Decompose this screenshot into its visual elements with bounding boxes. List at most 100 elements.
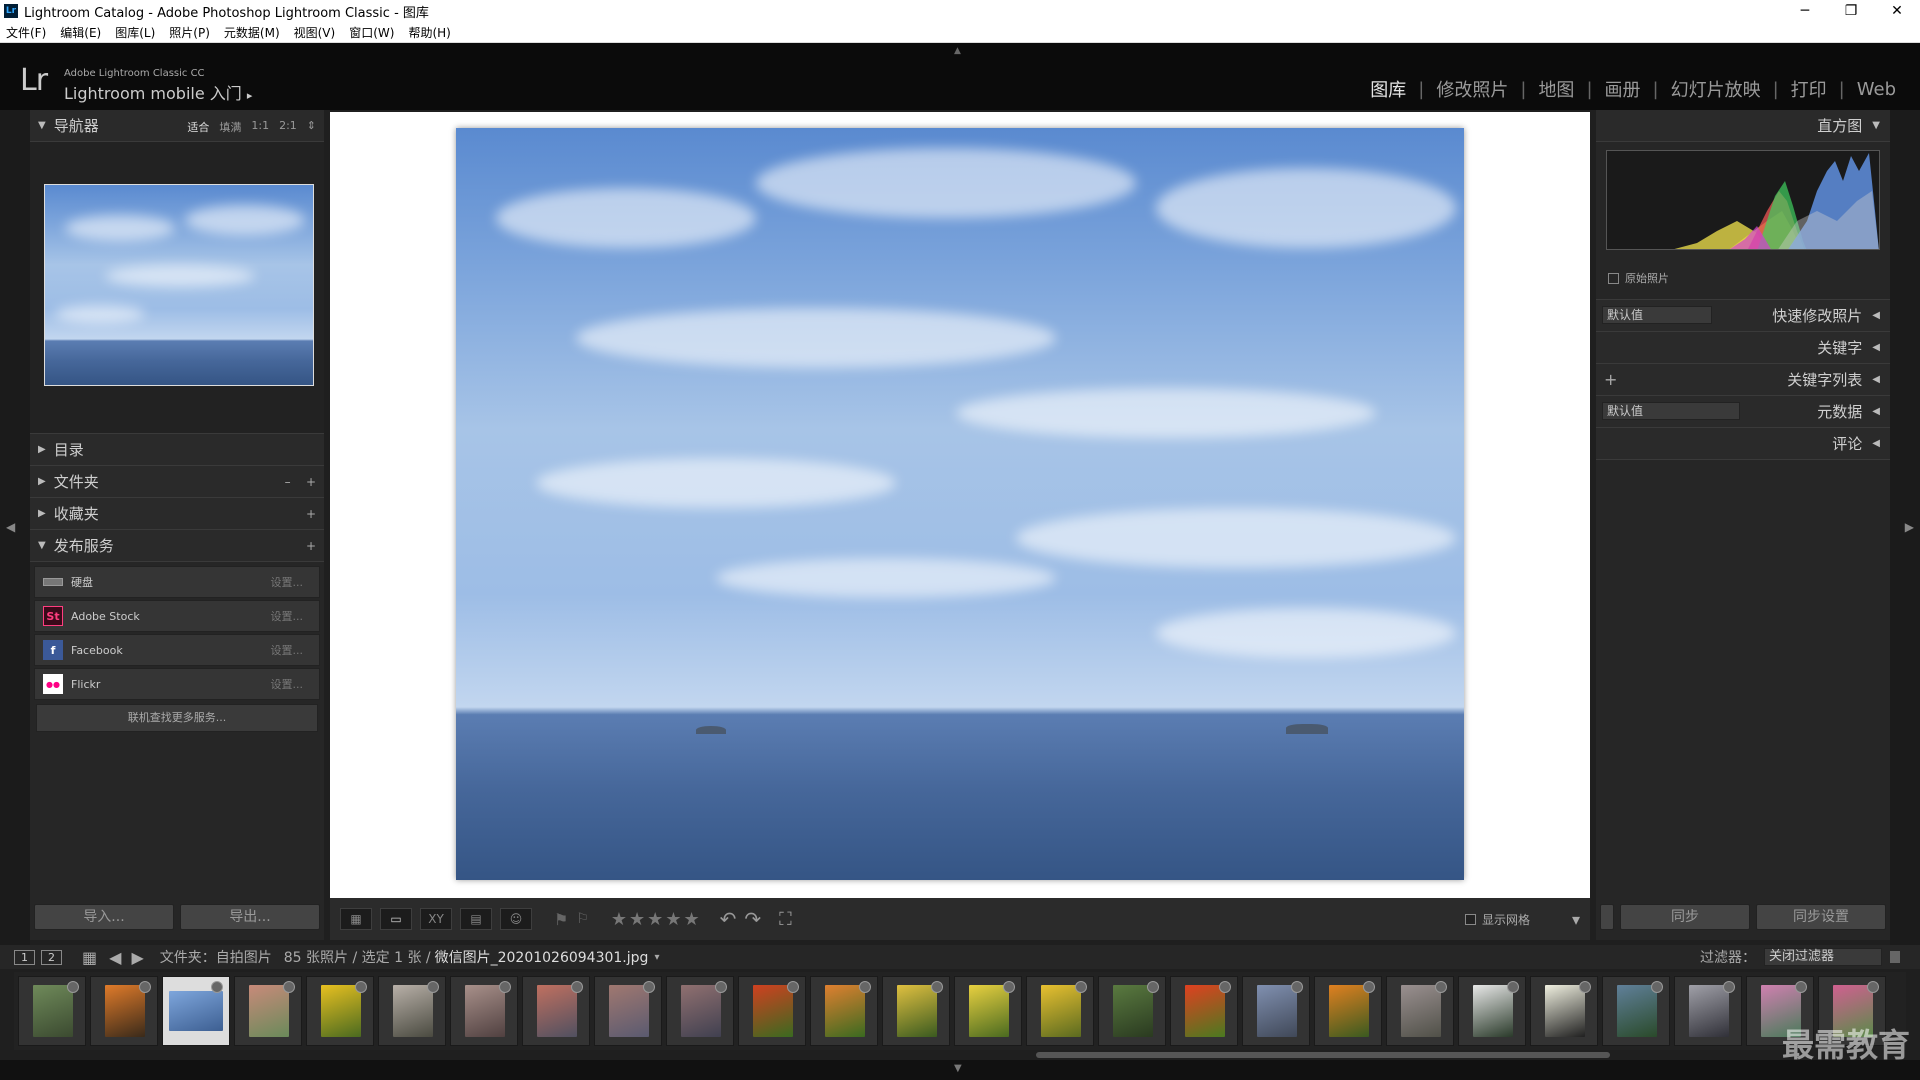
filmstrip-thumbnail[interactable] <box>18 976 86 1046</box>
filmstrip-thumbnail[interactable] <box>594 976 662 1046</box>
badge-icon[interactable] <box>859 981 871 993</box>
left-panel-edge[interactable]: ◀ <box>0 110 30 950</box>
badge-icon[interactable] <box>787 981 799 993</box>
filmstrip-thumbnail[interactable] <box>954 976 1022 1046</box>
metadata-preset-select[interactable]: 默认值 <box>1602 402 1740 420</box>
zoom-fill[interactable]: 填满 <box>219 119 241 135</box>
quick-develop-preset-select[interactable]: 默认值 <box>1602 306 1712 324</box>
filmstrip-thumbnail[interactable] <box>1026 976 1094 1046</box>
filmstrip-thumbnail[interactable] <box>738 976 806 1046</box>
service-adobe-stock[interactable]: St Adobe Stock 设置... <box>34 600 320 632</box>
module-print[interactable]: 打印 <box>1779 76 1839 102</box>
service-settings[interactable]: 设置... <box>271 642 304 658</box>
show-grid-checkbox[interactable] <box>1464 913 1476 925</box>
filmstrip-thumbnail[interactable] <box>378 976 446 1046</box>
badge-icon[interactable] <box>1795 981 1807 993</box>
filmstrip-thumbnail[interactable] <box>1170 976 1238 1046</box>
navigator-preview[interactable] <box>30 142 324 434</box>
badge-icon[interactable] <box>1291 981 1303 993</box>
add-keyword-icon[interactable]: + <box>1604 370 1617 389</box>
menu-library[interactable]: 图库(L) <box>115 24 155 41</box>
remove-folder-icon[interactable]: – <box>285 475 291 489</box>
filter-lock-icon[interactable] <box>1890 951 1900 963</box>
primary-window-button[interactable]: 1 <box>14 949 35 965</box>
sync-toggle-switch[interactable] <box>1600 904 1614 930</box>
badge-icon[interactable] <box>139 981 151 993</box>
import-button[interactable]: 导入... <box>34 904 174 930</box>
grid-view-icon[interactable]: ▦ <box>340 908 372 930</box>
badge-icon[interactable] <box>1867 981 1879 993</box>
filmstrip-thumbnail[interactable] <box>1458 976 1526 1046</box>
filmstrip-thumbnail[interactable] <box>450 976 518 1046</box>
people-view-icon[interactable]: ☺ <box>500 908 532 930</box>
badge-icon[interactable] <box>499 981 511 993</box>
module-library[interactable]: 图库 <box>1358 76 1418 102</box>
badge-icon[interactable] <box>67 981 79 993</box>
service-hard-drive[interactable]: 硬盘 设置... <box>34 566 320 598</box>
main-photo[interactable] <box>456 128 1464 880</box>
menu-edit[interactable]: 编辑(E) <box>60 24 101 41</box>
histogram-header[interactable]: 直方图 ▼ <box>1596 110 1890 142</box>
filmstrip-thumbnail[interactable] <box>1674 976 1742 1046</box>
secondary-window-button[interactable]: 2 <box>41 949 62 965</box>
module-web[interactable]: Web <box>1845 79 1908 100</box>
service-facebook[interactable]: f Facebook 设置... <box>34 634 320 666</box>
filmstrip-thumbnail[interactable] <box>522 976 590 1046</box>
filmstrip-thumbnail[interactable] <box>1602 976 1670 1046</box>
filmstrip-thumbnail[interactable] <box>162 976 230 1046</box>
publish-services-header[interactable]: ▼ 发布服务 + <box>30 530 324 562</box>
keywording-header[interactable]: 关键字 ◀ <box>1596 332 1890 364</box>
menu-view[interactable]: 视图(V) <box>294 24 336 41</box>
show-grid-option[interactable]: 显示网格 <box>1464 911 1530 928</box>
service-settings[interactable]: 设置... <box>271 676 304 692</box>
badge-icon[interactable] <box>1075 981 1087 993</box>
badge-icon[interactable] <box>1363 981 1375 993</box>
forward-arrow-icon[interactable]: ▶ <box>131 948 143 967</box>
badge-icon[interactable] <box>355 981 367 993</box>
original-photo-checkbox[interactable] <box>1608 272 1619 284</box>
loupe-view[interactable] <box>330 112 1590 898</box>
badge-icon[interactable] <box>1219 981 1231 993</box>
sync-button[interactable]: 同步 <box>1620 904 1750 930</box>
menu-file[interactable]: 文件(F) <box>6 24 46 41</box>
filmstrip-thumbnail[interactable] <box>882 976 950 1046</box>
add-collection-icon[interactable]: + <box>306 507 316 521</box>
badge-icon[interactable] <box>1507 981 1519 993</box>
collapse-top-icon[interactable]: ▲ <box>954 46 961 56</box>
star-rating[interactable]: ★★★★★ <box>611 909 702 930</box>
restore-button[interactable]: ❐ <box>1828 3 1874 19</box>
compare-view-icon[interactable]: XY <box>420 908 452 930</box>
menu-window[interactable]: 窗口(W) <box>349 24 394 41</box>
collapse-left-icon[interactable]: ◀ <box>6 520 15 534</box>
badge-icon[interactable] <box>1579 981 1591 993</box>
mobile-getting-started[interactable]: Lightroom mobile 入门 ▸ <box>64 80 252 104</box>
filmstrip-thumbnail[interactable] <box>1314 976 1382 1046</box>
source-path[interactable]: 文件夹：自拍图片 <box>160 947 272 967</box>
filmstrip-thumbnail[interactable] <box>234 976 302 1046</box>
badge-icon[interactable] <box>1723 981 1735 993</box>
badge-icon[interactable] <box>1435 981 1447 993</box>
reject-flag-icon[interactable]: ⚐ <box>576 911 589 927</box>
toolbar-dropdown-icon[interactable]: ▾ <box>1572 910 1580 929</box>
module-book[interactable]: 画册 <box>1593 76 1653 102</box>
module-slideshow[interactable]: 幻灯片放映 <box>1659 76 1773 102</box>
filmstrip-thumbnail[interactable] <box>1242 976 1310 1046</box>
collapse-right-icon[interactable]: ▶ <box>1905 520 1914 534</box>
zoom-2-1[interactable]: 2:1 <box>279 119 297 135</box>
filmstrip-thumbnail[interactable] <box>306 976 374 1046</box>
flag-icon[interactable]: ⚑ <box>554 910 568 929</box>
current-filename[interactable]: 微信图片_20201026094301.jpg <box>435 947 649 967</box>
badge-icon[interactable] <box>931 981 943 993</box>
badge-icon[interactable] <box>571 981 583 993</box>
filter-select[interactable]: 关闭过滤器 <box>1764 948 1882 966</box>
collapse-bottom-icon[interactable]: ▼ <box>954 1063 962 1074</box>
add-publish-service-icon[interactable]: + <box>306 539 316 553</box>
menu-metadata[interactable]: 元数据(M) <box>224 24 280 41</box>
grid-icon[interactable]: ▦ <box>82 948 97 967</box>
minimize-button[interactable]: ─ <box>1782 3 1828 19</box>
filename-dropdown-icon[interactable]: ▾ <box>654 952 659 963</box>
badge-icon[interactable] <box>1003 981 1015 993</box>
loupe-view-icon[interactable]: ▭ <box>380 908 412 930</box>
original-photo-option[interactable]: 原始照片 <box>1608 270 1669 286</box>
badge-icon[interactable] <box>211 981 223 993</box>
